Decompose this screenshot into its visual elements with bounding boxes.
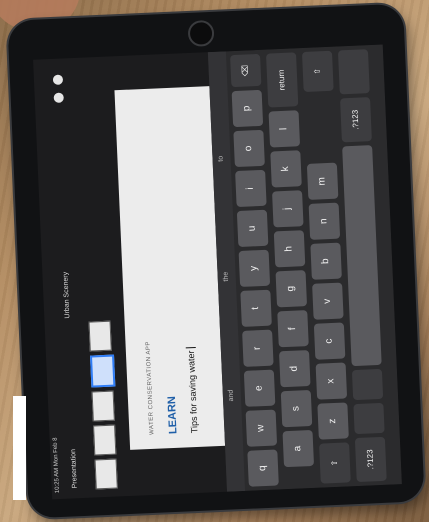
numbers-key[interactable]: .?123 <box>354 436 387 483</box>
key-e[interactable]: e <box>243 369 276 407</box>
keyboard-row-4: .?123 .?123 <box>337 49 391 483</box>
key-u[interactable]: u <box>236 209 269 248</box>
key-f[interactable]: f <box>277 310 309 348</box>
key-z[interactable]: z <box>317 402 349 440</box>
slide-thumb[interactable] <box>93 424 117 456</box>
slide-thumb[interactable] <box>88 320 112 352</box>
microphone-icon[interactable] <box>351 368 384 401</box>
slide-thumb[interactable] <box>91 390 115 422</box>
emoji-icon[interactable] <box>353 402 385 435</box>
numbers-key-right[interactable]: .?123 <box>340 97 372 143</box>
key-w[interactable]: w <box>245 409 278 447</box>
more-icon[interactable] <box>52 74 64 85</box>
key-v[interactable]: v <box>312 282 344 320</box>
keyboard-row-2: a s d f g h j k l return <box>266 52 319 485</box>
shift-key[interactable]: ⇧ <box>319 442 351 484</box>
keyboard-row-1: q w e r t y u i o p ⌫ <box>230 53 283 487</box>
keyboard-dismiss-icon[interactable] <box>337 49 370 95</box>
key-i[interactable]: i <box>235 169 267 208</box>
key-b[interactable]: b <box>310 242 342 280</box>
key-r[interactable]: r <box>242 329 274 367</box>
slide-caption: WATER CONSERVATION APP <box>145 340 156 436</box>
scene: 10:25 AM Mon Feb 8 Presentation Urban Sc… <box>0 0 429 522</box>
key-j[interactable]: j <box>272 190 304 228</box>
document-title[interactable]: Presentation <box>70 449 79 489</box>
key-y[interactable]: y <box>238 249 271 287</box>
home-button[interactable] <box>187 19 215 47</box>
key-h[interactable]: h <box>273 230 306 268</box>
key-d[interactable]: d <box>279 350 311 388</box>
key-k[interactable]: k <box>270 150 302 188</box>
slide-textbox[interactable]: Tips for saving water <box>185 347 200 434</box>
key-x[interactable]: x <box>315 362 348 400</box>
space-bar[interactable] <box>342 145 382 367</box>
key-t[interactable]: t <box>240 289 272 327</box>
add-icon[interactable] <box>53 92 64 103</box>
onscreen-keyboard: and the to q w e r t y u i o p ⌫ a s d f… <box>207 44 402 492</box>
key-p[interactable]: p <box>231 89 264 128</box>
tablet-screen: 10:25 AM Mon Feb 8 Presentation Urban Sc… <box>33 44 402 500</box>
prediction-2[interactable]: the <box>222 272 229 282</box>
return-key[interactable]: return <box>266 52 299 108</box>
app-landscape: 10:25 AM Mon Feb 8 Presentation Urban Sc… <box>33 44 402 500</box>
keyboard-row-3: ⇧ z x c v b n m ⇧ <box>301 50 355 484</box>
presentation-name: Urban Scenery <box>62 271 72 319</box>
prediction-1[interactable]: and <box>228 390 236 402</box>
key-q[interactable]: q <box>247 449 279 487</box>
slide-thumb[interactable] <box>94 458 118 490</box>
status-time: 10:25 AM Mon Feb 8 <box>52 437 61 494</box>
slide-thumb-selected[interactable] <box>90 354 116 388</box>
prediction-3[interactable]: to <box>217 156 224 162</box>
key-a[interactable]: a <box>282 429 315 468</box>
key-s[interactable]: s <box>280 389 313 428</box>
key-m[interactable]: m <box>306 162 339 200</box>
slide-heading: LEARN <box>165 395 180 435</box>
key-l[interactable]: l <box>268 110 301 148</box>
tablet-device: 10:25 AM Mon Feb 8 Presentation Urban Sc… <box>7 3 425 519</box>
key-g[interactable]: g <box>275 270 308 308</box>
key-n[interactable]: n <box>308 202 341 240</box>
overlay-bar <box>13 396 26 500</box>
key-o[interactable]: o <box>233 129 265 168</box>
key-c[interactable]: c <box>313 322 346 360</box>
shift-key-right[interactable]: ⇧ <box>301 50 334 93</box>
delete-key[interactable]: ⌫ <box>230 53 262 88</box>
